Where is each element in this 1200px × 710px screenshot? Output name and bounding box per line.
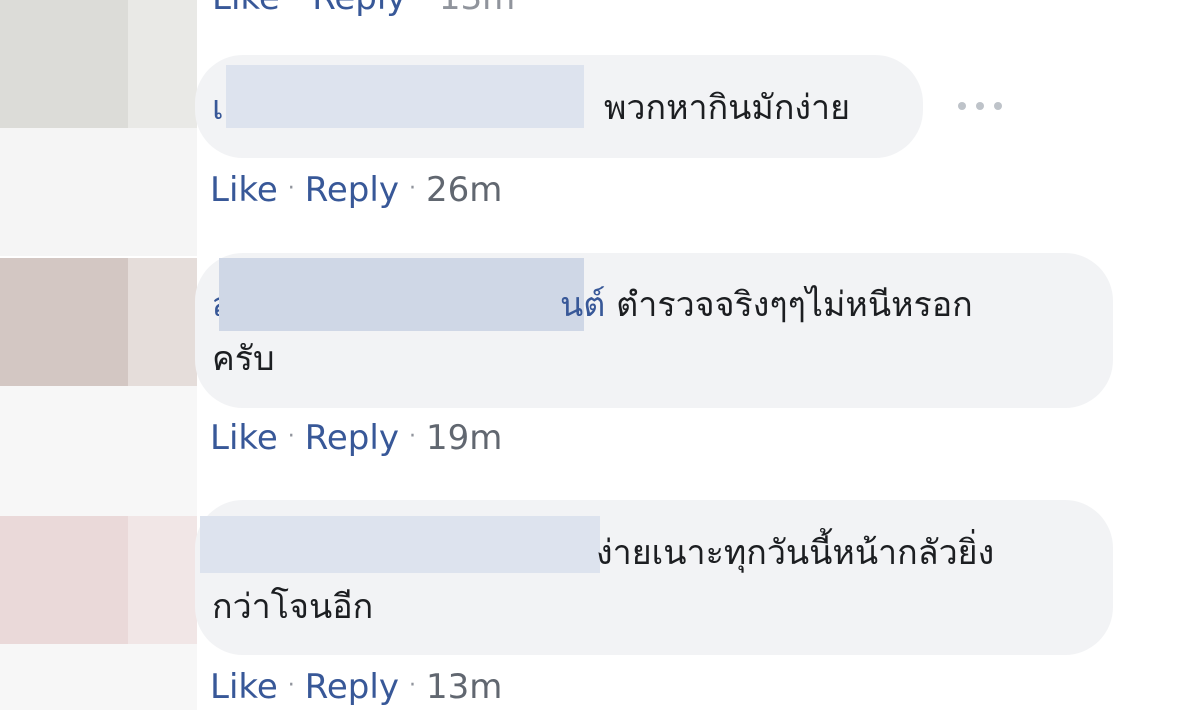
comment-text: ง่ายเนาะทุกวันนี้หน้ากลัวยิ่ง xyxy=(596,533,995,573)
comment-text: ตำรวจจริงๆๆไม่หนีหรอก xyxy=(616,285,973,325)
comment-timestamp: 26m xyxy=(425,170,503,210)
more-options-icon[interactable] xyxy=(958,92,1002,120)
comment-author[interactable]: เ xyxy=(212,88,224,128)
like-link[interactable]: Like xyxy=(210,667,278,707)
author-name-end-wrap: นต์ ตำรวจจริงๆๆไม่หนีหรอก xyxy=(560,278,973,332)
comment-timestamp: 19m xyxy=(425,418,503,458)
author-name-end[interactable]: นต์ xyxy=(560,285,605,325)
comment-actions: Like · Reply · 19m xyxy=(210,418,503,458)
avatar[interactable] xyxy=(0,516,197,644)
like-link[interactable]: Like xyxy=(212,0,280,18)
redacted-name xyxy=(200,516,600,573)
avatar-background xyxy=(0,386,197,516)
avatar-background xyxy=(0,128,197,256)
comment-text: พวกหากินมักง่าย xyxy=(604,88,851,128)
comment-actions: Like · Reply · 26m xyxy=(210,170,503,210)
comment-thread: Like · Reply · 13m เ พวกหากินมักง่าย Lik… xyxy=(0,0,1200,710)
comment-actions: Like · Reply · 13m xyxy=(210,667,503,707)
previous-comment-actions: Like · Reply · 13m xyxy=(212,0,515,18)
avatar[interactable] xyxy=(0,258,197,386)
redacted-name xyxy=(219,258,584,331)
comment-timestamp: 13m xyxy=(425,667,503,707)
avatar-background xyxy=(0,644,197,710)
like-link[interactable]: Like xyxy=(210,418,278,458)
comment-text-continued: กว่าโจนอีก xyxy=(212,587,374,627)
reply-link[interactable]: Reply xyxy=(305,667,399,707)
comment-body: เ xyxy=(212,81,224,135)
comment-text-continued: ครับ xyxy=(212,339,275,379)
like-link[interactable]: Like xyxy=(210,170,278,210)
comment-timestamp: 13m xyxy=(439,0,515,18)
reply-link[interactable]: Reply xyxy=(312,0,406,18)
reply-link[interactable]: Reply xyxy=(305,170,399,210)
avatar[interactable] xyxy=(0,0,197,128)
reply-link[interactable]: Reply xyxy=(305,418,399,458)
redacted-name xyxy=(226,65,584,128)
